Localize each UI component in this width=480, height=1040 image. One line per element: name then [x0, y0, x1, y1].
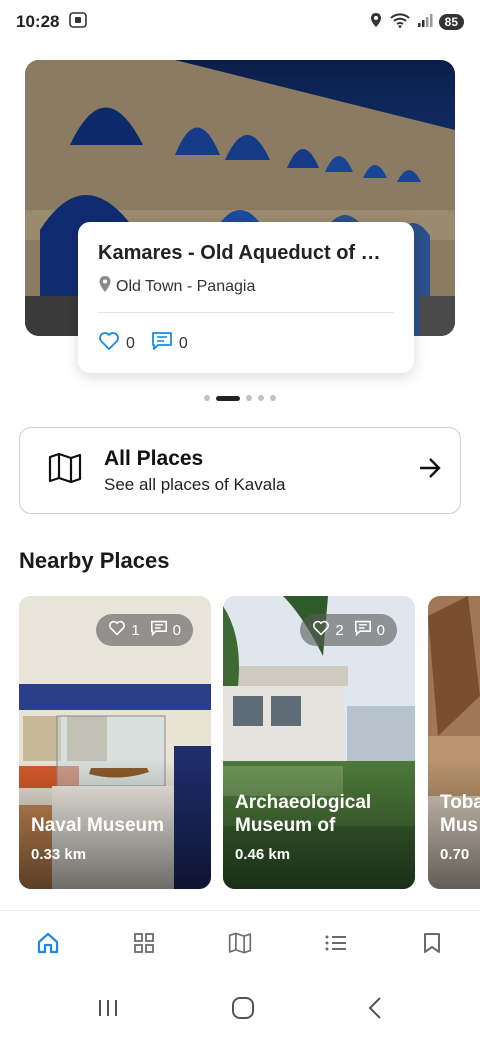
- carousel-dot[interactable]: [270, 395, 276, 401]
- carousel-dot[interactable]: [204, 395, 210, 401]
- nearby-card[interactable]: 2 0 Archaeological Museum of 0.46 km: [223, 596, 415, 889]
- status-bar: 10:28 85: [0, 0, 480, 44]
- carousel-dot-active[interactable]: [216, 395, 240, 401]
- home-button[interactable]: [231, 996, 255, 1025]
- divider: [98, 312, 394, 313]
- carousel-dot[interactable]: [246, 395, 252, 401]
- comment-count: 0: [376, 621, 385, 639]
- comment-button[interactable]: 0: [151, 331, 188, 356]
- comment-icon: [354, 620, 372, 640]
- heart-icon: [312, 620, 330, 640]
- location-status-icon: [369, 12, 383, 33]
- bottom-navigation: [0, 910, 480, 980]
- battery-indicator: 85: [438, 14, 464, 30]
- screenshot-icon: [69, 11, 88, 33]
- list-icon: [324, 933, 348, 958]
- comment-count: 0: [178, 334, 188, 352]
- card-distance: 0.46 km: [235, 846, 291, 863]
- card-title: Naval Museum: [31, 815, 165, 836]
- status-time: 10:28: [16, 12, 60, 31]
- like-count: 0: [126, 334, 135, 352]
- nearby-section-title: Nearby Places: [19, 548, 170, 573]
- map-icon: [228, 932, 252, 959]
- card-stats-pill: 2 0: [300, 614, 397, 646]
- nearby-card[interactable]: Toba Mus 0.70: [428, 596, 480, 889]
- arrow-right-icon: [418, 457, 442, 484]
- nav-map[interactable]: [210, 921, 270, 971]
- grid-icon: [133, 932, 155, 959]
- heart-icon: [108, 620, 126, 640]
- all-places-title: All Places: [104, 446, 204, 470]
- hero-title: Kamares - Old Aqueduct of Ka...: [98, 242, 394, 264]
- map-icon: [48, 452, 82, 489]
- wifi-icon: [389, 12, 411, 33]
- back-button[interactable]: [366, 996, 384, 1025]
- comment-count: 0: [172, 621, 181, 639]
- card-title: Archaeological Museum of: [235, 792, 372, 836]
- signal-icon: [417, 12, 433, 33]
- like-count: 1: [131, 621, 140, 639]
- system-navigation: [0, 980, 480, 1040]
- card-title: Toba Mus: [440, 792, 480, 836]
- recent-apps-button[interactable]: [96, 997, 120, 1024]
- all-places-subtitle: See all places of Kavala: [104, 474, 286, 494]
- all-places-button[interactable]: All Places See all places of Kavala: [19, 427, 461, 514]
- hero-location: Old Town - Panagia: [116, 277, 256, 295]
- comment-icon: [150, 620, 168, 640]
- card-stats-pill: 1 0: [96, 614, 193, 646]
- nearby-carousel[interactable]: 1 0 Naval Museum 0.33 km 2 0 Archaeologi…: [19, 596, 480, 889]
- card-distance: 0.70: [440, 846, 470, 863]
- nav-list[interactable]: [306, 921, 366, 971]
- location-pin-icon: [98, 275, 112, 298]
- like-count: 2: [335, 621, 344, 639]
- nav-categories[interactable]: [114, 921, 174, 971]
- home-icon: [36, 932, 60, 959]
- carousel-dot[interactable]: [258, 395, 264, 401]
- bookmark-icon: [423, 932, 441, 959]
- like-button[interactable]: 0: [98, 331, 135, 356]
- nearby-card[interactable]: 1 0 Naval Museum 0.33 km: [19, 596, 211, 889]
- nav-home[interactable]: [18, 921, 78, 971]
- card-distance: 0.33 km: [31, 846, 87, 863]
- comment-icon: [151, 331, 173, 356]
- carousel-pagination: [0, 395, 480, 401]
- hero-info-card[interactable]: Kamares - Old Aqueduct of Ka... Old Town…: [78, 222, 414, 373]
- heart-icon: [98, 331, 120, 356]
- nav-saved[interactable]: [402, 921, 462, 971]
